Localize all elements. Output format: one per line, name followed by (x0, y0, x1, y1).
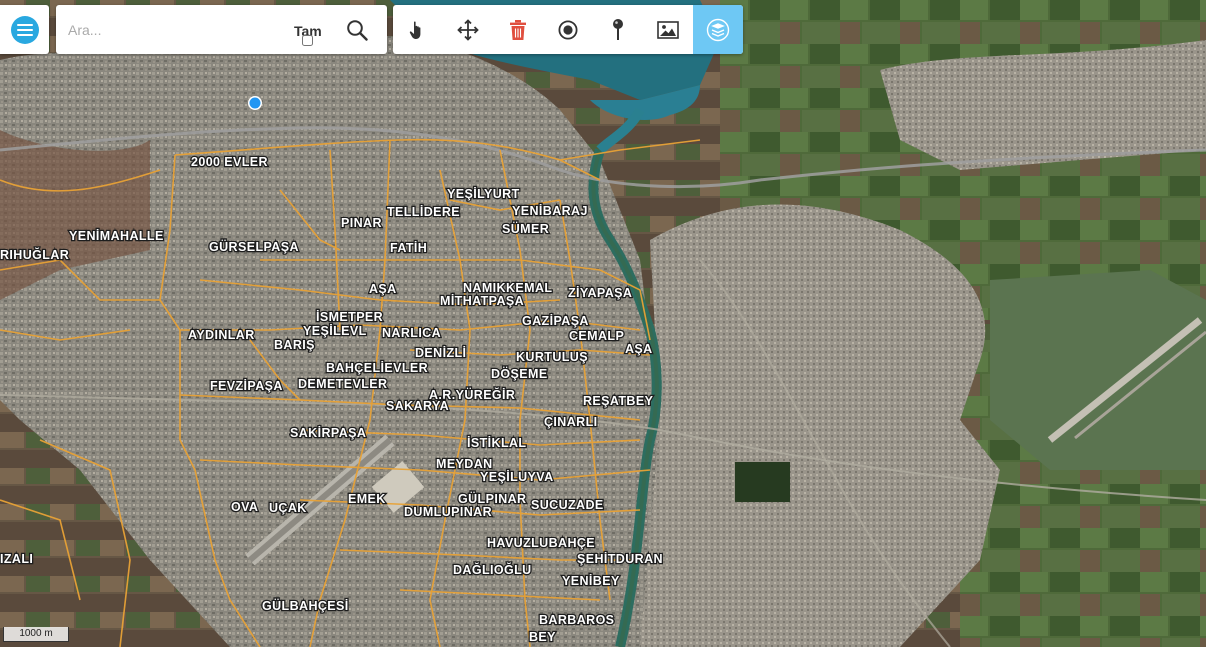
map-label: YENİBARAJ (512, 203, 588, 218)
map-label: ZİYAPAŞA (568, 285, 632, 300)
map-label: KURTULUŞ (516, 350, 588, 364)
layers-icon (706, 18, 730, 41)
map-label: GÜLPINAR (458, 491, 526, 506)
menu-icon (10, 15, 39, 44)
map-label: BARIŞ (274, 338, 315, 352)
map-label: GÜLBAHÇESİ (262, 598, 349, 613)
map-label: DENİZLİ (415, 345, 466, 360)
map-label: NARLICA (382, 326, 441, 340)
map-label: OVA (231, 500, 258, 514)
map-label: YEŞİLEVL (303, 323, 367, 338)
map-label: YEŞİLUYVA (480, 469, 554, 484)
map-label: BAHÇELİEVLER (326, 360, 428, 375)
map-label: AŞA (625, 342, 653, 356)
pan-tool-button[interactable] (393, 5, 443, 54)
map-label: EMEK (348, 492, 386, 506)
map-label: AŞA (369, 282, 397, 296)
tam-option[interactable]: Tam (292, 23, 322, 46)
map-label: DEMETEVLER (298, 377, 387, 391)
map-label: 2000 EVLER (191, 155, 268, 169)
map-label: GAZİPAŞA (522, 313, 589, 328)
draw-point-button[interactable] (543, 5, 593, 54)
map-label: ÇINARLI (544, 415, 598, 429)
map-label: ŞEHİTDURAN (577, 551, 663, 566)
map-label: TELLİDERE (387, 204, 460, 219)
map-label: FATİH (390, 240, 427, 255)
map-label: GÜRSELPAŞA (209, 239, 299, 254)
map-label: YENİMAHALLE (69, 228, 164, 243)
search-box: Tam (56, 5, 387, 54)
trash-icon (510, 19, 526, 40)
map-label: PINAR (341, 216, 382, 230)
map-label: İSTİKLAL (467, 435, 526, 450)
map-label: REŞATBEY (583, 394, 654, 408)
map-label: MEYDAN (436, 457, 493, 471)
map-label: SAKARYA (386, 399, 449, 413)
move-icon (457, 18, 479, 41)
map-toolbar (393, 5, 743, 54)
map-label: IZALI (0, 552, 33, 566)
map-label: DAĞLIOĞLU (453, 562, 532, 577)
map-label: SAKİRPAŞA (290, 425, 366, 440)
map-label: SUCUZADE (531, 498, 604, 512)
pin-icon (613, 18, 623, 40)
map-label: DÖŞEME (491, 366, 548, 381)
move-tool-button[interactable] (443, 5, 493, 54)
map-label: CEMALP (569, 329, 624, 343)
menu-button[interactable] (0, 5, 49, 54)
hand-icon (409, 20, 421, 39)
map-label: İSMETPER (316, 309, 383, 324)
map-label: UÇAK (269, 501, 307, 515)
map-label: NAMIKKEMAL (463, 281, 552, 295)
map-label: FEVZİPAŞA (210, 378, 283, 393)
circle-target-icon (558, 19, 578, 40)
map-label: YEŞİLYURT (447, 186, 520, 201)
map-label: RIHUĞLAR (0, 247, 69, 262)
map-label: AYDINLAR (188, 328, 255, 342)
map-label: DUMLUPINAR (404, 505, 492, 519)
search-icon[interactable] (346, 19, 368, 41)
map-label: YENİBEY (562, 573, 620, 588)
map-label: BARBAROS (539, 613, 614, 627)
map-label: BEY (529, 630, 556, 644)
map-label: HAVUZLUBAHÇE (487, 536, 595, 550)
image-icon (657, 20, 679, 39)
scale-bar: 1000 m (3, 627, 69, 642)
delete-tool-button[interactable] (493, 5, 543, 54)
add-image-button[interactable] (643, 5, 693, 54)
add-pin-button[interactable] (593, 5, 643, 54)
search-input[interactable] (66, 17, 270, 43)
map-label: MİTHATPAŞA (440, 293, 524, 308)
satellite-map[interactable]: 2000 EVLER YEŞİLYURT YENİBARAJ PINAR TEL… (0, 0, 1206, 647)
tam-checkbox[interactable] (302, 35, 313, 46)
map-label: SÜMER (502, 221, 549, 236)
layers-tool-button[interactable] (693, 5, 743, 54)
